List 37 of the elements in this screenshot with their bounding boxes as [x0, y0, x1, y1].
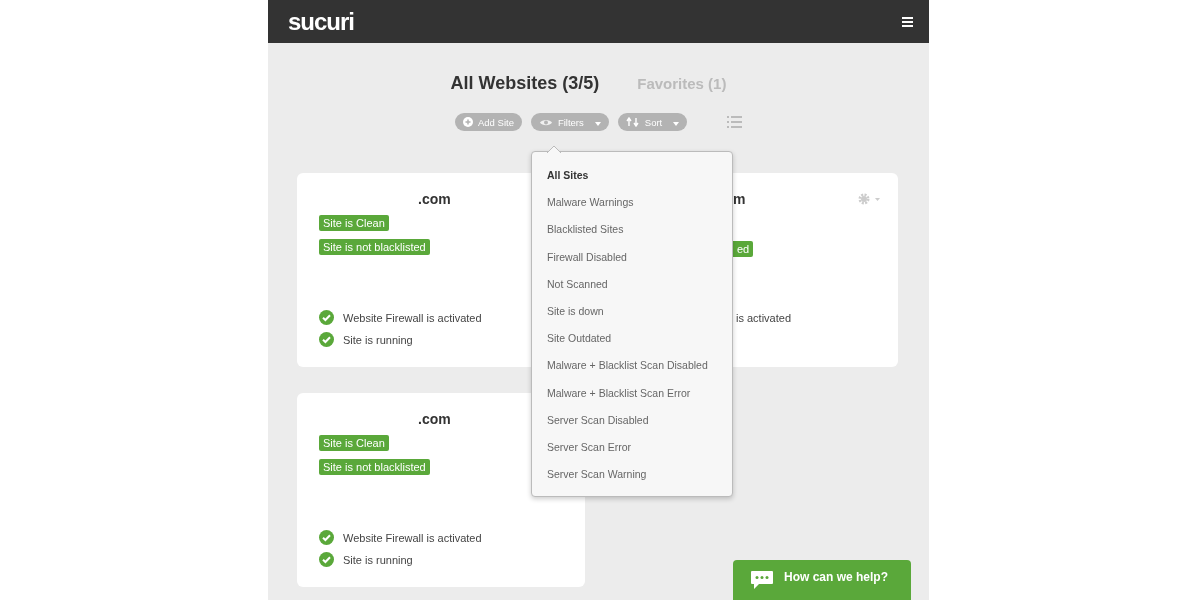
filter-option[interactable]: All Sites	[547, 166, 589, 184]
status-text: Site is running	[343, 553, 413, 566]
eye-icon	[538, 117, 553, 127]
status-text: is activated	[736, 312, 792, 324]
status-badge: Site is not blacklisted	[319, 459, 430, 475]
filter-option[interactable]: Not Scanned	[547, 274, 608, 293]
help-chat-button[interactable]: How can we help?	[733, 560, 911, 600]
tab[interactable]: All Websites (3/5)	[450, 73, 600, 94]
filter-option[interactable]: Server Scan Disabled	[547, 410, 649, 429]
status-badge: Site is not blacklisted	[319, 239, 430, 255]
status-badge: ed	[733, 241, 754, 257]
site-domain: .com	[418, 191, 451, 207]
caret-icon	[673, 121, 680, 126]
sort-arrows-icon	[625, 117, 640, 127]
chat-bubble-icon	[750, 570, 774, 590]
gear-icon[interactable]	[858, 193, 882, 205]
status-text: Website Firewall is activated	[343, 311, 482, 324]
list-view-icon[interactable]	[727, 116, 743, 128]
caret-icon	[594, 121, 601, 126]
filter-option[interactable]: Blacklisted Sites	[547, 220, 624, 239]
site-domain: .com	[418, 411, 451, 427]
status-badge: Site is Clean	[319, 215, 389, 231]
filter-option[interactable]: Server Scan Error	[547, 437, 632, 456]
filter-option[interactable]: Server Scan Warning	[547, 465, 647, 484]
filter-option[interactable]: Malware + Blacklist Scan Disabled	[547, 356, 708, 375]
menu-icon[interactable]	[902, 16, 913, 27]
site-domain: m	[733, 191, 746, 207]
filter-option[interactable]: Malware + Blacklist Scan Error	[547, 383, 691, 402]
filter-option[interactable]: Malware Warnings	[547, 193, 634, 212]
logo: sucuri	[288, 7, 355, 36]
filter-option[interactable]: Site is down	[547, 301, 604, 320]
status-text: Website Firewall is activated	[343, 531, 482, 544]
plus-icon	[463, 117, 473, 127]
filter-option[interactable]: Firewall Disabled	[547, 247, 627, 266]
status-badge: Site is Clean	[319, 435, 389, 451]
filter-option[interactable]: Site Outdated	[547, 329, 612, 348]
status-text: Site is running	[343, 333, 413, 346]
